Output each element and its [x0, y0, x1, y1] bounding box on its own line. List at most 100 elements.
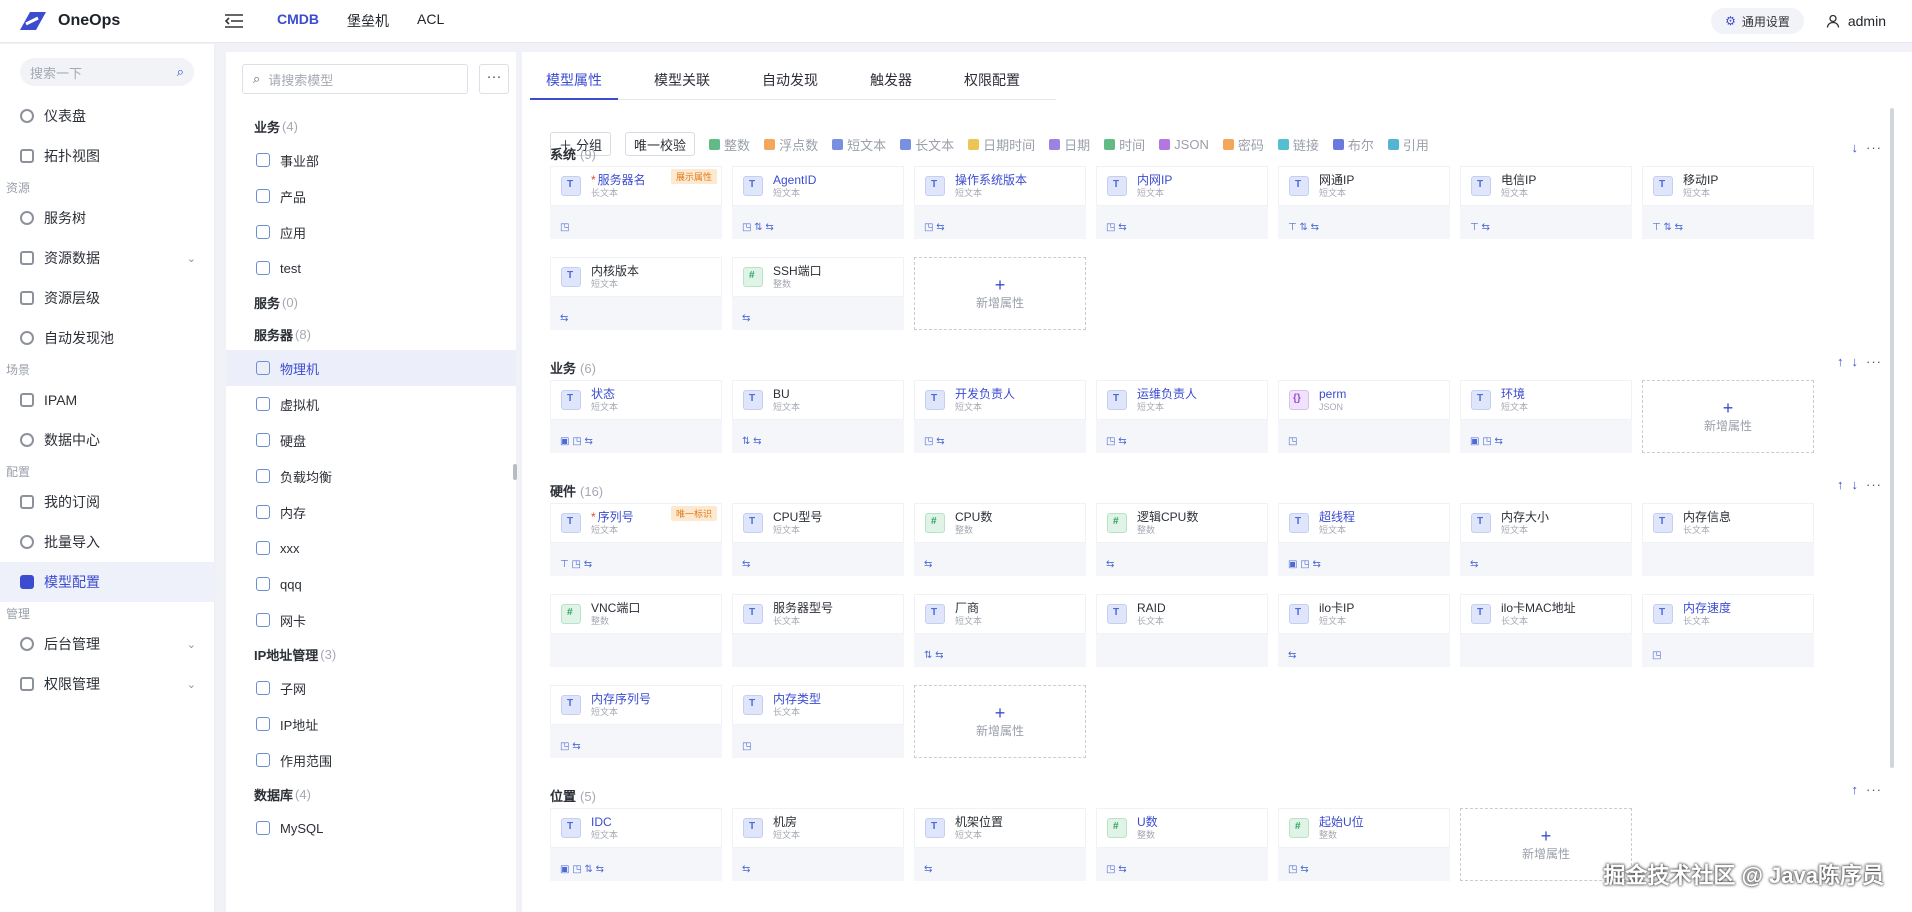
attribute-card[interactable]: 内存序列号短文本 ◳ ⇆ — [550, 685, 722, 758]
main-scrollbar[interactable] — [1890, 108, 1894, 768]
sidebar-item[interactable]: 模型配置 — [0, 562, 214, 602]
top-nav-bastion[interactable]: 堡垒机 — [347, 11, 389, 31]
field-type-11[interactable]: 引用 — [1387, 135, 1429, 154]
tab-4[interactable]: 权限配置 — [948, 62, 1036, 99]
tree-scrollbar[interactable] — [513, 464, 517, 480]
sidebar-search-input[interactable]: 搜索一下 ⌕ — [20, 58, 194, 86]
attribute-card[interactable]: *序列号短文本 唯一标识 ⊤ ◳ ⇆ — [550, 503, 722, 576]
collapse-menu-icon[interactable] — [225, 12, 247, 30]
attribute-card[interactable]: 逻辑CPU数整数 ⇆ — [1096, 503, 1268, 576]
tab-0[interactable]: 模型属性 — [530, 62, 618, 100]
add-attribute-button[interactable]: + 新增属性 — [914, 685, 1086, 758]
tree-item[interactable]: 负载均衡 — [226, 458, 516, 494]
tree-item[interactable]: MySQL — [226, 810, 516, 846]
attribute-card[interactable]: RAID长文本 — [1096, 594, 1268, 667]
tree-item[interactable]: 网卡 — [226, 602, 516, 638]
attribute-card[interactable]: permJSON ◳ — [1278, 380, 1450, 453]
top-nav-acl[interactable]: ACL — [417, 11, 444, 31]
attribute-card[interactable]: 厂商短文本 ⇅ ⇆ — [914, 594, 1086, 667]
tree-item[interactable]: 事业部 — [226, 142, 516, 178]
tree-item[interactable]: test — [226, 250, 516, 286]
tab-1[interactable]: 模型关联 — [638, 62, 726, 99]
attribute-card[interactable]: 移动IP短文本 ⊤ ⇅ ⇆ — [1642, 166, 1814, 239]
tree-item[interactable]: 应用 — [226, 214, 516, 250]
attribute-card[interactable]: 电信IP短文本 ⊤ ⇆ — [1460, 166, 1632, 239]
tree-item[interactable]: 内存 — [226, 494, 516, 530]
attribute-card[interactable]: ilo卡MAC地址长文本 — [1460, 594, 1632, 667]
tree-group[interactable]: 服务 (0) — [226, 286, 516, 318]
attribute-card[interactable]: AgentID短文本 ◳ ⇅ ⇆ — [732, 166, 904, 239]
sidebar-item[interactable]: 后台管理 ⌄ — [0, 624, 214, 664]
tree-item[interactable]: 物理机 — [226, 350, 516, 386]
more-icon[interactable]: ··· — [1866, 354, 1882, 369]
unique-check-button[interactable]: 唯一校验 — [625, 132, 696, 156]
attribute-card[interactable]: 操作系统版本短文本 ◳ ⇆ — [914, 166, 1086, 239]
sidebar-item[interactable]: 资源层级 — [0, 278, 214, 318]
field-type-1[interactable]: 浮点数 — [764, 135, 818, 154]
field-type-8[interactable]: 密码 — [1222, 135, 1264, 154]
attribute-card[interactable]: 内存大小短文本 ⇆ — [1460, 503, 1632, 576]
sidebar-item[interactable]: 自动发现池 — [0, 318, 214, 358]
attribute-card[interactable]: 机房短文本 ⇆ — [732, 808, 904, 881]
arrow-up-icon[interactable]: ↑ — [1837, 354, 1844, 369]
sidebar-item[interactable]: 资源数据 ⌄ — [0, 238, 214, 278]
attribute-card[interactable]: CPU型号短文本 ⇆ — [732, 503, 904, 576]
sidebar-item[interactable]: IPAM — [0, 380, 214, 420]
more-icon[interactable]: ··· — [1866, 477, 1882, 492]
arrow-down-icon[interactable]: ↓ — [1852, 477, 1859, 492]
more-icon[interactable]: ··· — [1866, 782, 1882, 797]
field-type-2[interactable]: 短文本 — [832, 135, 886, 154]
tree-item[interactable]: 虚拟机 — [226, 386, 516, 422]
attribute-card[interactable]: U数整数 ◳ ⇆ — [1096, 808, 1268, 881]
tree-item[interactable]: 产品 — [226, 178, 516, 214]
app-logo[interactable]: OneOps — [0, 10, 215, 32]
tree-item[interactable]: xxx — [226, 530, 516, 566]
attribute-card[interactable]: 超线程短文本 ▣ ◳ ⇆ — [1278, 503, 1450, 576]
field-type-5[interactable]: 日期 — [1049, 135, 1090, 154]
settings-button[interactable]: ⚙ 通用设置 — [1711, 8, 1804, 34]
tree-group[interactable]: IP地址管理 (3) — [226, 638, 516, 670]
attribute-card[interactable]: VNC端口整数 — [550, 594, 722, 667]
arrow-up-icon[interactable]: ↑ — [1852, 782, 1859, 797]
sidebar-item[interactable]: 批量导入 — [0, 522, 214, 562]
tree-more-button[interactable]: ··· — [479, 64, 509, 94]
attribute-card[interactable]: SSH端口整数 ⇆ — [732, 257, 904, 330]
tree-item[interactable]: 硬盘 — [226, 422, 516, 458]
attribute-card[interactable]: 内存信息长文本 — [1642, 503, 1814, 576]
arrow-up-icon[interactable]: ↑ — [1837, 477, 1844, 492]
attribute-card[interactable]: 状态短文本 ▣ ◳ ⇆ — [550, 380, 722, 453]
tree-item[interactable]: 子网 — [226, 670, 516, 706]
sidebar-item[interactable]: 我的订阅 — [0, 482, 214, 522]
tree-item[interactable]: qqq — [226, 566, 516, 602]
field-type-0[interactable]: 整数 — [709, 135, 750, 154]
more-icon[interactable]: ··· — [1866, 140, 1882, 155]
sidebar-item[interactable]: 权限管理 ⌄ — [0, 664, 214, 704]
top-nav-cmdb[interactable]: CMDB — [277, 11, 319, 31]
attribute-card[interactable]: 开发负责人短文本 ◳ ⇆ — [914, 380, 1086, 453]
field-type-7[interactable]: JSON — [1159, 137, 1209, 152]
field-type-9[interactable]: 链接 — [1277, 135, 1319, 154]
tree-item[interactable]: IP地址 — [226, 706, 516, 742]
sidebar-item[interactable]: 拓扑视图 — [0, 136, 214, 176]
arrow-down-icon[interactable]: ↓ — [1852, 140, 1859, 155]
add-attribute-button[interactable]: + 新增属性 — [1642, 380, 1814, 453]
attribute-card[interactable]: 运维负责人短文本 ◳ ⇆ — [1096, 380, 1268, 453]
attribute-card[interactable]: 机架位置短文本 ⇆ — [914, 808, 1086, 881]
user-menu[interactable]: admin — [1826, 13, 1886, 29]
model-search-input[interactable]: ⌕ 请搜索模型 — [242, 64, 468, 94]
field-type-3[interactable]: 长文本 — [900, 135, 954, 154]
field-type-6[interactable]: 时间 — [1104, 135, 1145, 154]
tree-item[interactable]: 作用范围 — [226, 742, 516, 778]
field-type-4[interactable]: 日期时间 — [968, 135, 1035, 154]
tree-group[interactable]: 业务 (4) — [226, 110, 516, 142]
arrow-down-icon[interactable]: ↓ — [1852, 354, 1859, 369]
tree-group[interactable]: 服务器 (8) — [226, 318, 516, 350]
attribute-card[interactable]: BU短文本 ⇅ ⇆ — [732, 380, 904, 453]
sidebar-item[interactable]: 仪表盘 — [0, 96, 214, 136]
sidebar-item[interactable]: 数据中心 — [0, 420, 214, 460]
tab-3[interactable]: 触发器 — [854, 62, 928, 99]
attribute-card[interactable]: 内存类型长文本 ◳ — [732, 685, 904, 758]
attribute-card[interactable]: 内存速度长文本 ◳ — [1642, 594, 1814, 667]
add-attribute-button[interactable]: + 新增属性 — [914, 257, 1086, 330]
field-type-10[interactable]: 布尔 — [1332, 135, 1374, 154]
